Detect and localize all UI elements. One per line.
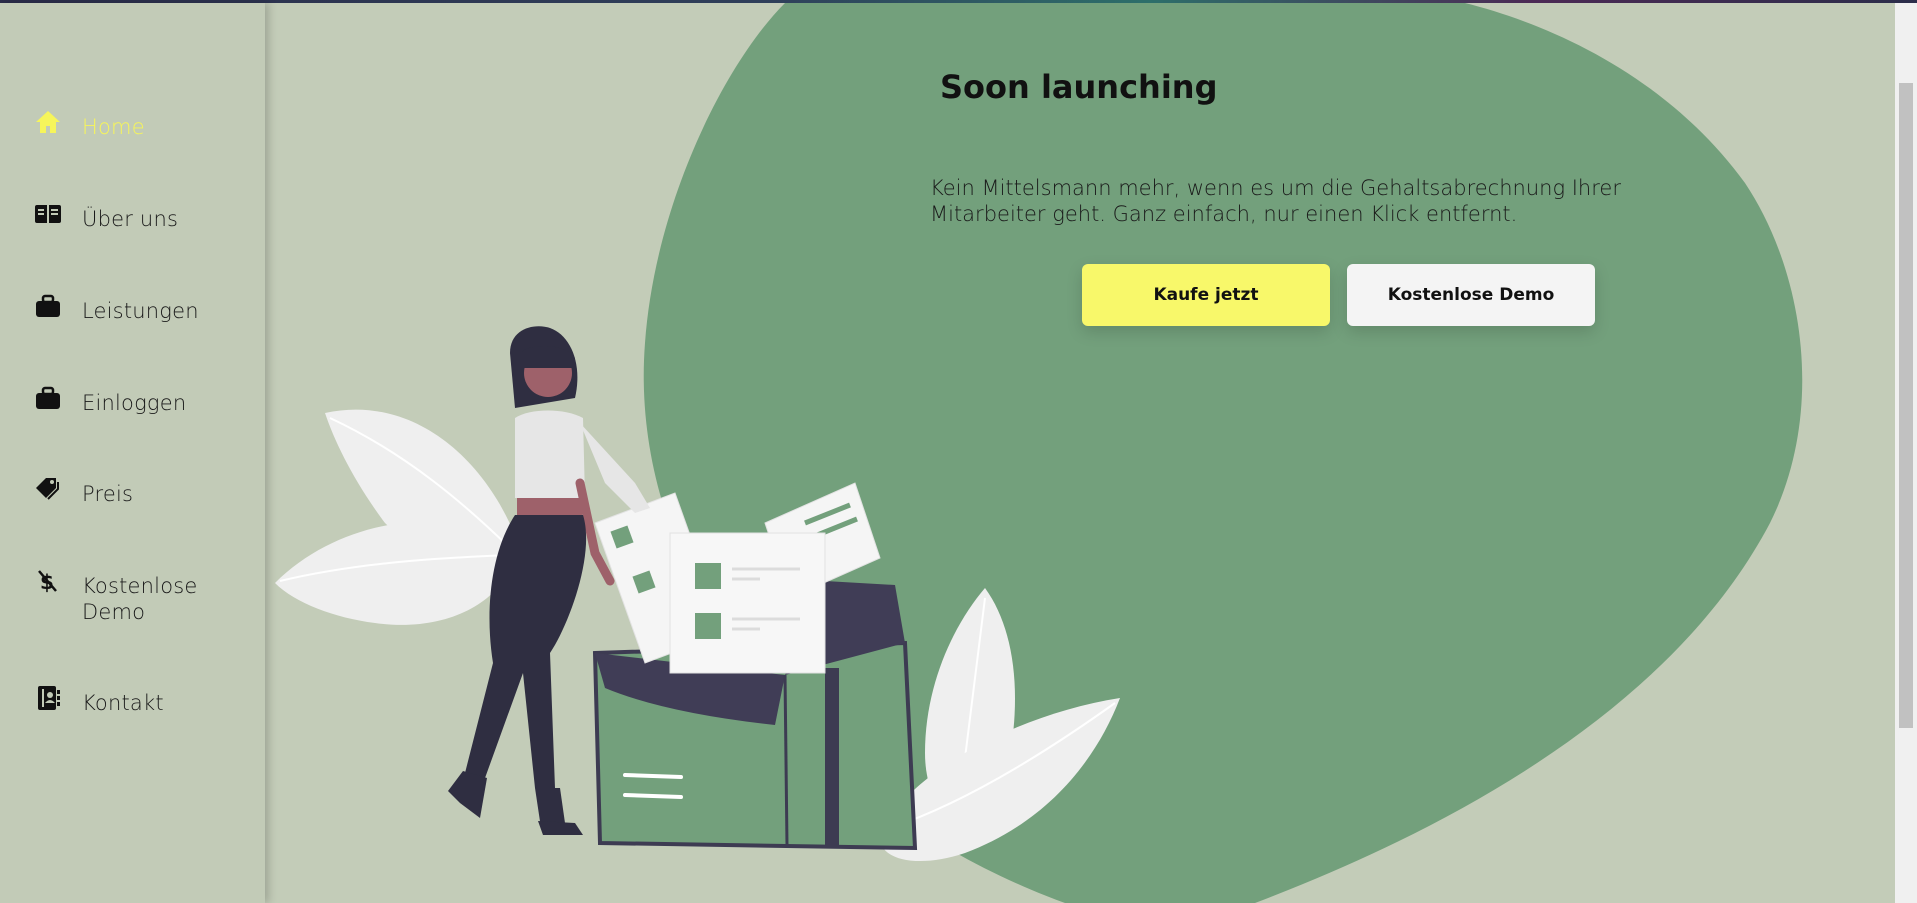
- buy-now-button[interactable]: Kaufe jetzt: [1082, 264, 1330, 326]
- sidebar-item-home[interactable]: Home: [34, 109, 254, 140]
- sidebar-item-label: Preis: [82, 482, 134, 506]
- hero-illustration: [275, 326, 1120, 862]
- sidebar-item-about[interactable]: Über uns: [34, 201, 254, 232]
- briefcase-icon: [34, 385, 62, 411]
- home-icon: [34, 109, 62, 135]
- sidebar-item-services[interactable]: Leistungen: [34, 293, 254, 324]
- sidebar-item-label: Home: [82, 115, 145, 139]
- hero-description: Kein Mittelsmann mehr, wenn es um die Ge…: [930, 176, 1621, 226]
- sidebar-item-label: Einloggen: [82, 391, 187, 415]
- leaf-left-illustration: [275, 409, 525, 625]
- sidebar-item-label: Kontakt: [82, 691, 164, 715]
- hero-section: Soon launching Kein Mittelsmann mehr, we…: [265, 3, 1895, 903]
- sidebar-item-label: Kostenlose Demo: [82, 574, 198, 624]
- sidebar-item-free-demo[interactable]: $ Kostenlose Demo: [34, 568, 254, 625]
- sidebar-item-contact[interactable]: Kontakt: [34, 685, 254, 716]
- address-book-icon: [34, 685, 62, 711]
- dollar-off-icon: $: [34, 568, 62, 594]
- free-demo-button[interactable]: Kostenlose Demo: [1347, 264, 1595, 326]
- sidebar: Home Über uns Leistungen Einloggen Preis…: [0, 3, 265, 903]
- book-icon: [34, 201, 62, 227]
- sidebar-item-login[interactable]: Einloggen: [34, 385, 254, 416]
- briefcase-icon: [34, 293, 62, 319]
- sidebar-item-price[interactable]: Preis: [34, 476, 254, 507]
- tags-icon: [34, 476, 62, 502]
- scrollbar[interactable]: [1895, 3, 1917, 903]
- scrollbar-thumb[interactable]: [1899, 83, 1913, 728]
- sidebar-item-label: Leistungen: [82, 299, 199, 323]
- leaf-right-illustration: [879, 588, 1120, 862]
- sidebar-item-label: Über uns: [82, 207, 179, 231]
- page-title: Soon launching: [940, 68, 1218, 106]
